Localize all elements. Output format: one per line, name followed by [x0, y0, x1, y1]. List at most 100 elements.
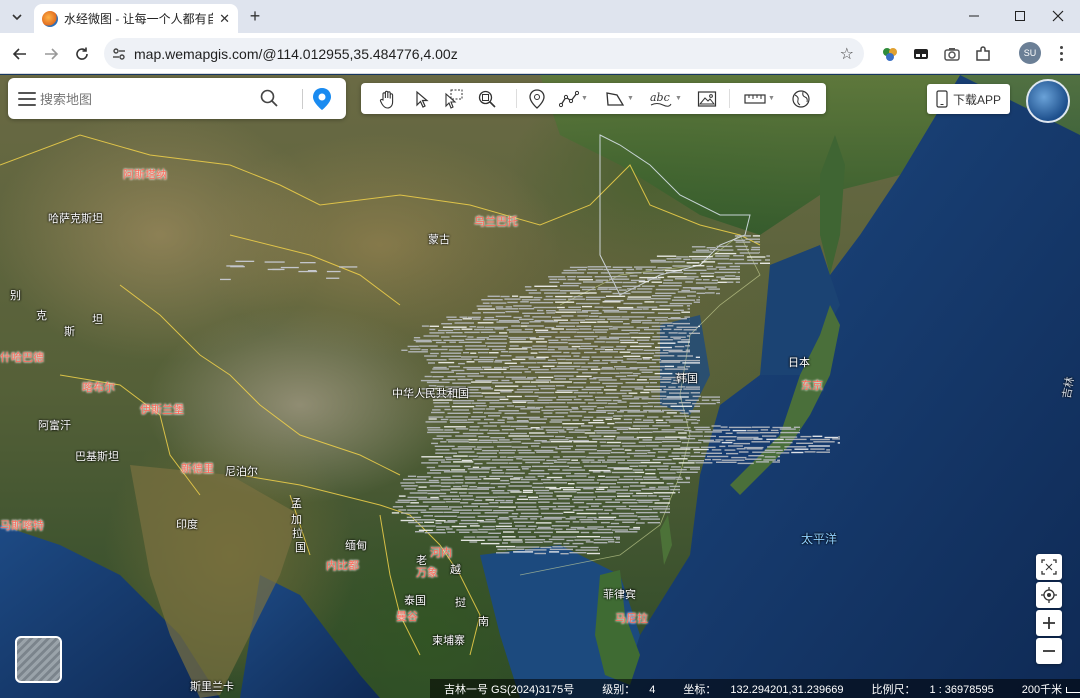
label-china: 中华人民共和国 [392, 388, 469, 400]
back-button[interactable] [7, 41, 33, 67]
label-vietnam-2: 南 [478, 616, 489, 628]
profile-avatar[interactable]: SU [1019, 42, 1041, 64]
cluster-marker [738, 451, 749, 453]
cluster-marker [280, 266, 299, 269]
location-pin-icon[interactable] [312, 87, 332, 116]
text-label-tool[interactable]: abc ▼ [649, 87, 682, 110]
cluster-marker [563, 282, 582, 285]
cluster-marker [627, 296, 652, 298]
basemap-switcher[interactable] [15, 636, 62, 683]
reload-button[interactable] [69, 41, 95, 67]
cluster-marker [538, 376, 554, 379]
camera-icon[interactable] [941, 43, 963, 65]
draw-line-tool[interactable]: ▼ [559, 87, 588, 110]
my-location-button[interactable] [1036, 582, 1062, 608]
cluster-marker [655, 292, 676, 294]
cluster-marker [704, 431, 722, 433]
globe-view-tool[interactable] [791, 87, 811, 110]
cluster-marker [586, 456, 605, 458]
map-status-bar: 吉林一号 GS(2024)3175号 级别： 4 坐标： 132.294201,31… [430, 679, 1080, 698]
pan-hand-tool[interactable] [378, 87, 398, 110]
cluster-marker [557, 458, 571, 461]
browser-tab[interactable]: 水经微图 - 让每一个人都有自己 ✕ [34, 4, 238, 33]
extensions-puzzle-icon[interactable] [972, 43, 994, 65]
site-info-icon[interactable] [104, 46, 134, 62]
cluster-marker [554, 378, 566, 380]
download-app-button[interactable]: 下载APP [927, 84, 1010, 114]
cluster-marker [468, 316, 481, 318]
cluster-marker [473, 509, 493, 511]
polyline-icon [559, 90, 579, 107]
cluster-marker [512, 438, 531, 440]
tab-search-dropdown-button[interactable] [6, 6, 28, 28]
cluster-marker [469, 426, 480, 428]
cluster-marker [421, 462, 439, 464]
new-tab-button[interactable]: + [244, 5, 266, 27]
zoom-out-button[interactable] [1036, 638, 1062, 664]
close-tab-icon[interactable]: ✕ [219, 11, 230, 27]
cluster-marker [530, 435, 554, 437]
cluster-marker [610, 522, 620, 525]
zoom-in-button[interactable] [1036, 610, 1062, 636]
screenshot-tool-button[interactable] [1036, 554, 1062, 580]
label-vientiane: 万象 [416, 567, 438, 579]
extension-reader-icon[interactable] [910, 43, 932, 65]
cluster-marker [490, 482, 510, 485]
globe-switch-button[interactable] [1026, 79, 1070, 123]
cluster-marker [441, 336, 450, 338]
cluster-marker [450, 491, 458, 494]
cluster-marker [634, 388, 644, 390]
cluster-marker [489, 402, 512, 404]
cluster-marker [502, 416, 514, 419]
cluster-marker [638, 501, 653, 503]
cluster-marker [569, 292, 589, 294]
cluster-marker [573, 355, 580, 357]
cluster-marker [594, 306, 603, 308]
cluster-marker [495, 359, 512, 362]
cluster-marker [518, 536, 536, 538]
cluster-marker [558, 362, 572, 364]
cluster-marker [582, 305, 593, 308]
add-marker-tool[interactable] [528, 87, 546, 110]
cluster-marker [655, 419, 664, 421]
cluster-marker [468, 455, 478, 457]
label-myanmar: 缅甸 [345, 540, 367, 552]
measure-tool[interactable]: ▼ [744, 87, 775, 110]
cluster-marker [701, 399, 710, 401]
cluster-marker [599, 441, 606, 443]
cluster-marker [674, 426, 691, 429]
cluster-marker [458, 362, 465, 365]
minimize-button[interactable] [952, 0, 996, 32]
cluster-marker [621, 329, 640, 331]
browser-menu-icon[interactable] [1052, 42, 1070, 64]
cluster-marker [496, 321, 520, 323]
cluster-marker [600, 445, 621, 447]
cluster-marker [423, 335, 440, 337]
omnibox[interactable]: map.wemapgis.com/@114.012955,35.484776,4… [104, 38, 864, 69]
map-canvas[interactable]: 阿斯塔纳 哈萨克斯坦 乌兰巴托 蒙古 别 克 坦 斯 什哈巴德 喀布尔 伊斯兰堡… [0, 75, 1080, 698]
cluster-marker [298, 270, 318, 273]
select-pointer-tool[interactable] [413, 87, 431, 110]
cluster-marker [503, 371, 522, 374]
cluster-marker [558, 309, 582, 311]
search-icon[interactable] [260, 89, 278, 112]
zoom-area-tool[interactable] [477, 87, 497, 110]
cluster-marker [783, 449, 792, 451]
cluster-marker [560, 553, 569, 555]
cluster-marker [824, 436, 839, 439]
draw-polygon-tool[interactable]: ▼ [605, 87, 634, 110]
cluster-marker [648, 505, 669, 508]
image-tool[interactable] [697, 87, 717, 110]
cluster-marker [489, 502, 499, 504]
menu-icon[interactable] [18, 92, 36, 106]
cluster-marker [735, 241, 751, 243]
close-window-button[interactable] [1036, 0, 1080, 32]
box-select-tool[interactable] [443, 87, 463, 110]
extension-palette-icon[interactable] [879, 43, 901, 65]
search-input[interactable] [40, 88, 250, 110]
forward-button[interactable] [38, 41, 64, 67]
cluster-marker [613, 418, 621, 420]
cluster-marker [636, 362, 657, 364]
bookmark-star-icon[interactable]: ☆ [840, 44, 854, 64]
cluster-marker [424, 532, 446, 534]
